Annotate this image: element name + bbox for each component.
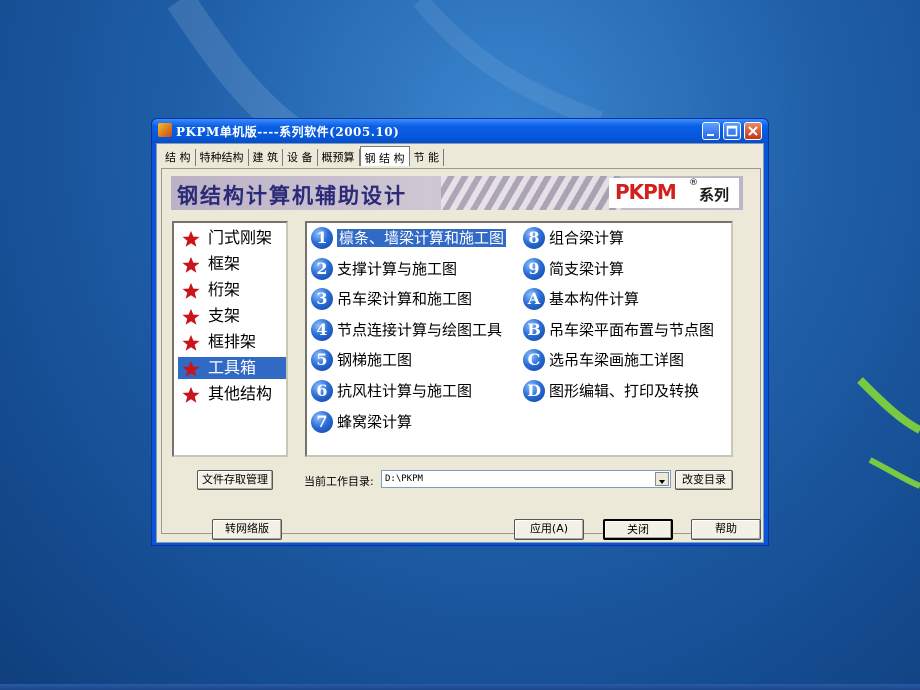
- number-9-icon: 9: [523, 258, 545, 280]
- window-title: PKPM单机版----系列软件(2005.10): [176, 125, 400, 139]
- close-button[interactable]: 关闭: [603, 519, 673, 540]
- pkpm-logo: PKPM ® 系列: [609, 178, 739, 208]
- module-item[interactable]: 2 支撑计算与施工图: [309, 256, 521, 282]
- client-area: 结 构 特种结构 建 筑 设 备 概预算 钢 结 构 节 能 钢结构计算机辅助设…: [156, 143, 764, 543]
- category-item[interactable]: 其他结构: [178, 383, 286, 405]
- module-label: 蜂窝梁计算: [337, 413, 413, 431]
- tab-structure[interactable]: 结 构: [161, 149, 196, 166]
- category-label: 其他结构: [208, 384, 273, 403]
- module-label: 抗风柱计算与施工图: [337, 382, 473, 400]
- category-label: 门式刚架: [208, 228, 273, 247]
- file-management-button[interactable]: 文件存取管理: [197, 470, 273, 490]
- module-label: 吊车梁平面布置与节点图: [549, 321, 715, 339]
- category-label: 桁架: [208, 280, 241, 299]
- red-star-icon: [182, 334, 200, 351]
- number-1-icon: 1: [311, 227, 333, 249]
- category-label: 工具箱: [208, 358, 257, 377]
- module-label: 节点连接计算与绘图工具: [337, 321, 503, 339]
- number-2-icon: 2: [311, 258, 333, 280]
- red-star-icon: [182, 230, 200, 247]
- module-item[interactable]: 4 节点连接计算与绘图工具: [309, 317, 521, 343]
- category-item[interactable]: 门式刚架: [178, 227, 286, 249]
- category-item-selected[interactable]: 工具箱: [178, 357, 286, 379]
- network-version-button[interactable]: 转网络版: [212, 519, 282, 540]
- module-label: 钢梯施工图: [337, 351, 413, 369]
- close-window-button[interactable]: [744, 122, 762, 140]
- logo-text: PKPM: [615, 180, 677, 204]
- module-item[interactable]: 7 蜂窝梁计算: [309, 409, 521, 435]
- module-item[interactable]: 8 组合梁计算: [521, 225, 731, 251]
- module-item[interactable]: 9 简支梁计算: [521, 256, 731, 282]
- module-label: 图形编辑、打印及转换: [549, 382, 700, 400]
- tab-budget[interactable]: 概预算: [318, 149, 360, 166]
- workdir-select[interactable]: D:\PKPM: [381, 470, 671, 488]
- module-label: 檩条、墙梁计算和施工图: [337, 229, 507, 247]
- red-star-icon: [182, 256, 200, 273]
- red-star-icon: [182, 360, 200, 377]
- module-label: 支撑计算与施工图: [337, 260, 458, 278]
- number-8-icon: 8: [523, 227, 545, 249]
- red-star-icon: [182, 282, 200, 299]
- number-7-icon: 7: [311, 411, 333, 433]
- number-6-icon: 6: [311, 380, 333, 402]
- workdir-value: D:\PKPM: [385, 474, 423, 484]
- category-label: 框架: [208, 254, 241, 273]
- workdir-label: 当前工作目录:: [304, 475, 374, 488]
- letter-c-icon: C: [523, 349, 545, 371]
- module-list[interactable]: 1 檩条、墙梁计算和施工图 2 支撑计算与施工图 3 吊车梁计算和施工图 4 节…: [305, 221, 733, 457]
- module-label: 选吊车梁画施工详图: [549, 351, 685, 369]
- letter-a-icon: A: [523, 288, 545, 310]
- module-label: 组合梁计算: [549, 229, 625, 247]
- module-label: 简支梁计算: [549, 260, 625, 278]
- help-button[interactable]: 帮助: [691, 519, 761, 540]
- category-label: 框排架: [208, 332, 257, 351]
- banner: 钢结构计算机辅助设计 PKPM ® 系列: [171, 176, 743, 210]
- apply-button[interactable]: 应用(A): [514, 519, 584, 540]
- red-star-icon: [182, 386, 200, 403]
- tab-architecture[interactable]: 建 筑: [249, 149, 283, 166]
- module-item-selected[interactable]: 1 檩条、墙梁计算和施工图: [309, 225, 521, 251]
- module-item[interactable]: A 基本构件计算: [521, 286, 731, 312]
- tab-equipment[interactable]: 设 备: [283, 149, 318, 166]
- main-window: PKPM单机版----系列软件(2005.10) 结 构 特种结构 建 筑 设 …: [151, 118, 769, 546]
- module-item[interactable]: 6 抗风柱计算与施工图: [309, 378, 521, 404]
- tab-strip: 结 构 特种结构 建 筑 设 备 概预算 钢 结 构 节 能: [161, 146, 444, 169]
- module-item[interactable]: C 选吊车梁画施工详图: [521, 347, 731, 373]
- banner-title: 钢结构计算机辅助设计: [177, 184, 407, 208]
- letter-d-icon: D: [523, 380, 545, 402]
- banner-pattern: [441, 176, 621, 210]
- module-item[interactable]: B 吊车梁平面布置与节点图: [521, 317, 731, 343]
- number-4-icon: 4: [311, 319, 333, 341]
- title-bar[interactable]: PKPM单机版----系列软件(2005.10): [152, 119, 768, 143]
- tab-steel-structure[interactable]: 钢 结 构: [359, 146, 410, 166]
- category-label: 支架: [208, 306, 241, 325]
- logo-registered: ®: [689, 178, 698, 188]
- category-item[interactable]: 桁架: [178, 279, 286, 301]
- app-icon: [158, 123, 172, 137]
- red-star-icon: [182, 308, 200, 325]
- category-list[interactable]: 门式刚架 框架 桁架 支架 框排架 工具箱 其他结构: [172, 221, 288, 457]
- minimize-button[interactable]: [702, 122, 720, 140]
- number-5-icon: 5: [311, 349, 333, 371]
- tab-energy-saving[interactable]: 节 能: [410, 149, 444, 166]
- module-label: 吊车梁计算和施工图: [337, 290, 473, 308]
- taskbar[interactable]: [0, 684, 920, 690]
- number-3-icon: 3: [311, 288, 333, 310]
- logo-series: 系列: [699, 186, 730, 204]
- module-item[interactable]: 3 吊车梁计算和施工图: [309, 286, 521, 312]
- category-item[interactable]: 支架: [178, 305, 286, 327]
- category-item[interactable]: 框排架: [178, 331, 286, 353]
- module-item[interactable]: 5 钢梯施工图: [309, 347, 521, 373]
- category-item[interactable]: 框架: [178, 253, 286, 275]
- chevron-down-icon[interactable]: [655, 472, 669, 486]
- module-item[interactable]: D 图形编辑、打印及转换: [521, 378, 731, 404]
- module-label: 基本构件计算: [549, 290, 640, 308]
- letter-b-icon: B: [523, 319, 545, 341]
- change-directory-button[interactable]: 改变目录: [675, 470, 733, 490]
- maximize-button[interactable]: [723, 122, 741, 140]
- tab-special-structure[interactable]: 特种结构: [196, 149, 249, 166]
